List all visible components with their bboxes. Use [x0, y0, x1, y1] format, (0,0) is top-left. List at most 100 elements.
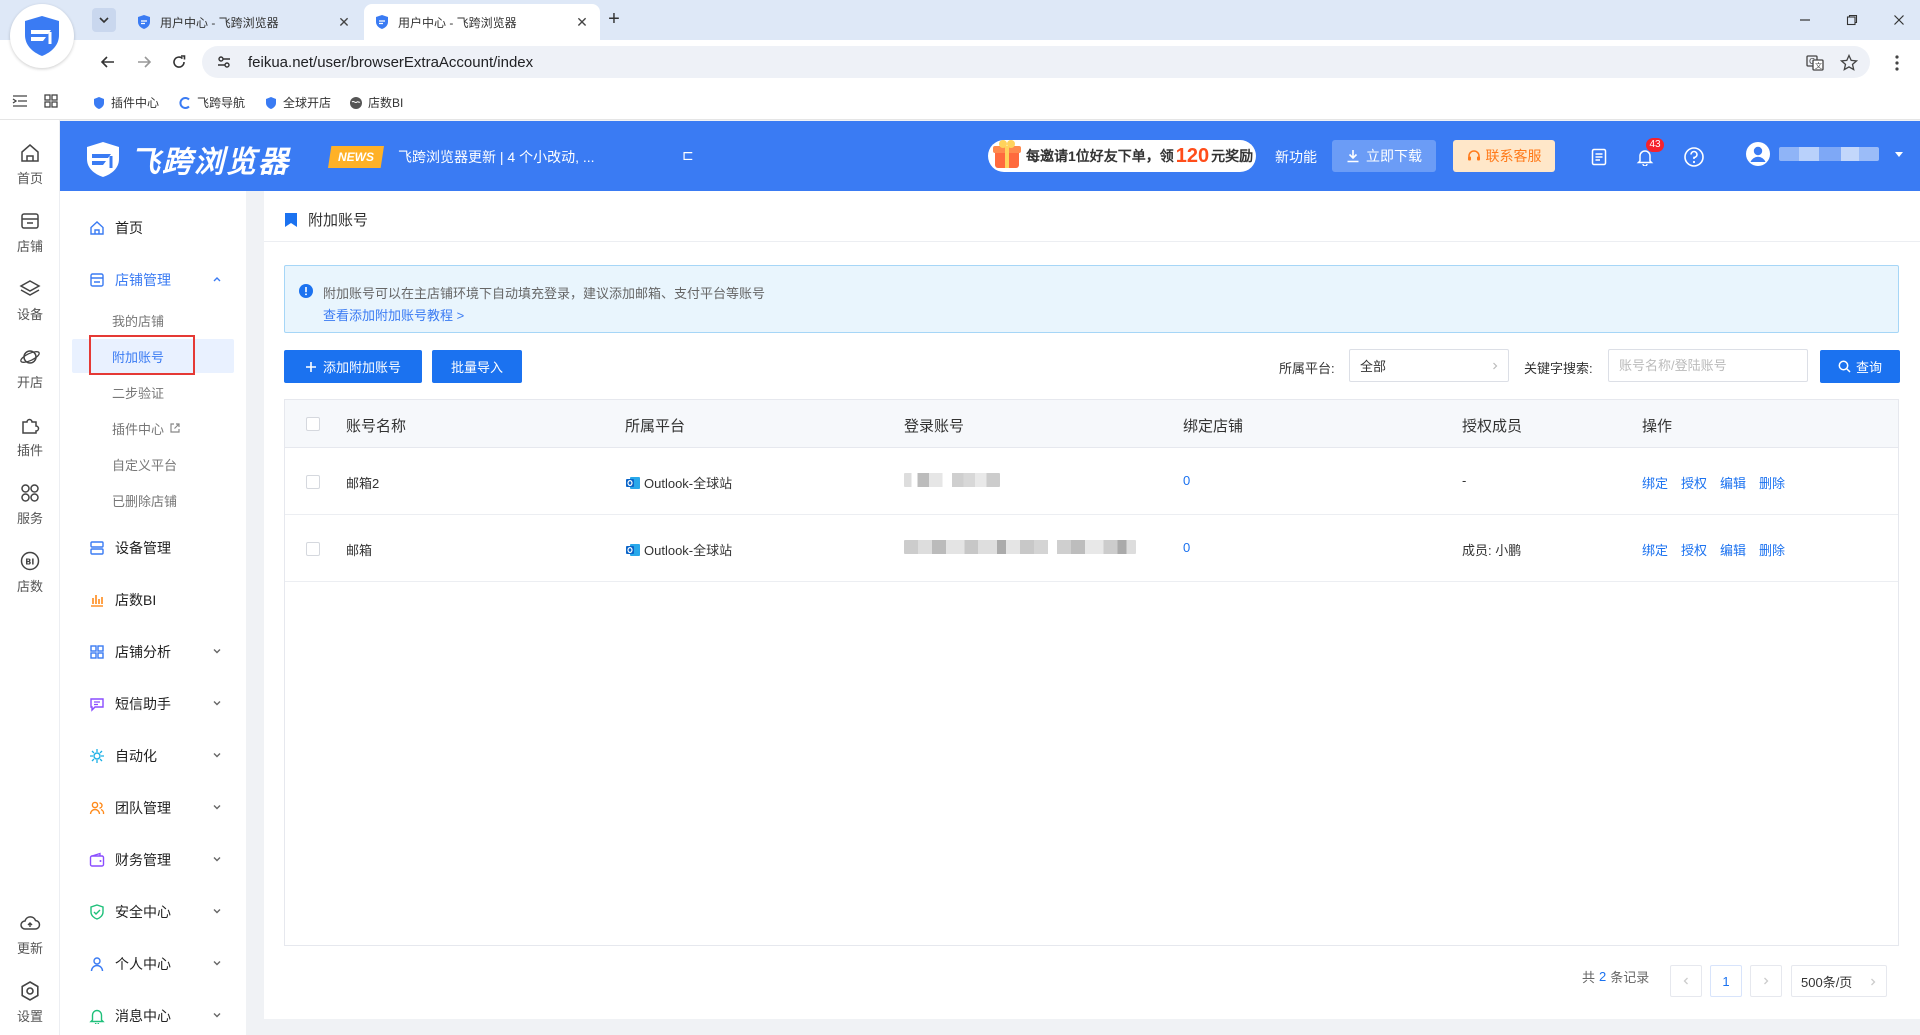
outlook-icon	[626, 476, 640, 489]
sidebar-sub-plugin-center[interactable]: 插件中心	[72, 411, 234, 445]
delete-action[interactable]: 删除	[1759, 540, 1785, 559]
notifications-button[interactable]: 43	[1634, 138, 1664, 168]
apps-button[interactable]	[44, 94, 58, 108]
close-window-button[interactable]	[1889, 10, 1909, 30]
sidebar-item-device-mgmt[interactable]: 设备管理	[60, 530, 246, 566]
rail-open-store[interactable]: 开店	[0, 346, 60, 391]
settings-icon	[21, 981, 39, 1001]
authorize-action[interactable]: 授权	[1681, 473, 1707, 492]
account-name: 邮箱	[346, 543, 373, 558]
bookmark-feikua-nav[interactable]: 飞跨导航	[178, 94, 245, 111]
sidebar-sub-two-step[interactable]: 二步验证	[72, 375, 234, 409]
authorize-action[interactable]: 授权	[1681, 540, 1707, 559]
rail-store[interactable]: 店铺	[0, 210, 60, 255]
page-size-select[interactable]: 500条/页	[1791, 965, 1887, 997]
sidebar-item-home[interactable]: 首页	[60, 210, 246, 246]
sidebar-item-personal[interactable]: 个人中心	[60, 946, 246, 982]
rail-home[interactable]: 首页	[0, 142, 60, 187]
sidebar-toggle-button[interactable]	[12, 94, 28, 108]
keyword-search-input[interactable]	[1608, 349, 1808, 382]
rail-services[interactable]: 服务	[0, 482, 60, 527]
rail-settings[interactable]: 设置	[0, 980, 60, 1025]
edit-action[interactable]: 编辑	[1720, 473, 1746, 492]
bind-action[interactable]: 绑定	[1642, 473, 1668, 492]
sidebar-item-store-bi[interactable]: 店数BI	[60, 582, 246, 618]
bookmark-global-store[interactable]: 全球开店	[264, 94, 331, 111]
restore-icon	[1846, 14, 1858, 26]
layers-icon	[19, 280, 41, 296]
browser-tab-2[interactable]: 用户中心 - 飞跨浏览器 ✕	[364, 4, 600, 40]
sidebar-sub-label: 我的店铺	[112, 313, 165, 329]
rail-update[interactable]: 更新	[0, 912, 60, 957]
sidebar-sub-deleted-stores[interactable]: 已删除店铺	[72, 483, 234, 517]
sidebar-item-sms-assistant[interactable]: 短信助手	[60, 686, 246, 722]
next-page-button[interactable]	[1750, 965, 1782, 997]
sidebar-sub-extra-accounts[interactable]: 附加账号	[72, 339, 234, 373]
sidebar-item-security[interactable]: 安全中心	[60, 894, 246, 930]
contact-service-button[interactable]: 联系客服	[1453, 140, 1555, 172]
chevron-down-icon	[213, 649, 221, 654]
browser-logo[interactable]	[10, 4, 74, 68]
page-number-button[interactable]: 1	[1710, 965, 1742, 997]
reload-button[interactable]	[167, 50, 191, 74]
bound-stores-count[interactable]: 0	[1183, 540, 1190, 555]
row-checkbox[interactable]	[306, 475, 320, 489]
edit-action[interactable]: 编辑	[1720, 540, 1746, 559]
forward-button[interactable]	[132, 50, 156, 74]
close-tab-icon[interactable]: ✕	[336, 14, 352, 30]
rail-store-bi[interactable]: BI 店数	[0, 550, 60, 595]
delete-action[interactable]: 删除	[1759, 473, 1785, 492]
shield-icon	[266, 96, 276, 109]
bound-stores-count[interactable]: 0	[1183, 473, 1190, 488]
close-tab-icon[interactable]: ✕	[574, 14, 590, 30]
browser-menu-button[interactable]	[1888, 54, 1906, 72]
prev-page-button[interactable]	[1670, 965, 1702, 997]
tutorial-link[interactable]: 查看添加附加账号教程 >	[323, 305, 464, 324]
home-icon	[90, 221, 104, 235]
platform-cell: Outlook-全球站	[625, 540, 732, 559]
download-button[interactable]: 立即下载	[1332, 140, 1436, 172]
sidebar-item-team-mgmt[interactable]: 团队管理	[60, 790, 246, 826]
chevron-right-icon	[1493, 362, 1498, 370]
invite-promo-banner[interactable]: 每邀请1位好友下单，领 120 元奖励	[988, 140, 1256, 172]
browser-tab-1[interactable]: 用户中心 - 飞跨浏览器 ✕	[126, 4, 362, 40]
bookmark-star-button[interactable]	[1840, 54, 1858, 72]
bookmark-store-bi[interactable]: 店数BI	[349, 94, 403, 111]
tab-search-button[interactable]	[92, 8, 116, 32]
minimize-button[interactable]	[1795, 10, 1815, 30]
wallet-icon	[89, 852, 105, 867]
sidebar-item-automation[interactable]: 自动化	[60, 738, 246, 774]
sidebar-item-store-mgmt[interactable]: 店铺管理	[60, 262, 246, 298]
news-ticker[interactable]: 飞跨浏览器更新 | 4 个小改动, ...	[398, 147, 595, 167]
news-more-button[interactable]: ⊏	[682, 147, 694, 164]
row-checkbox[interactable]	[306, 542, 320, 556]
platform-select[interactable]: 全部	[1349, 349, 1509, 382]
translate-button[interactable]: G文	[1806, 54, 1824, 72]
sidebar-item-store-analysis[interactable]: 店铺分析	[60, 634, 246, 670]
user-menu[interactable]	[1745, 141, 1905, 167]
rail-device[interactable]: 设备	[0, 278, 60, 323]
app-logo[interactable]: 飞跨浏览器	[84, 137, 290, 181]
docs-button[interactable]	[1588, 146, 1610, 168]
batch-import-button[interactable]: 批量导入	[432, 350, 522, 383]
sidebar-item-finance[interactable]: 财务管理	[60, 842, 246, 878]
new-tab-button[interactable]: +	[604, 9, 624, 30]
sidebar-sub-my-stores[interactable]: 我的店铺	[72, 303, 234, 337]
back-button[interactable]	[96, 50, 120, 74]
url-field[interactable]: feikua.net/user/browserExtraAccount/inde…	[202, 46, 1870, 78]
new-features-link[interactable]: 新功能	[1275, 147, 1317, 167]
platform-name: Outlook-全球站	[644, 543, 733, 558]
info-icon	[299, 284, 313, 298]
select-all-checkbox[interactable]	[306, 417, 320, 431]
main-content: 附加账号 附加账号可以在主店铺环境下自动填充登录，建议添加邮箱、支付平台等账号 …	[264, 191, 1920, 1019]
sidebar-item-messages[interactable]: 消息中心	[60, 998, 246, 1034]
restore-button[interactable]	[1842, 10, 1862, 30]
bookmark-plugin-center[interactable]: 插件中心	[92, 94, 159, 111]
help-button[interactable]	[1683, 146, 1705, 168]
add-extra-account-button[interactable]: 添加附加账号	[284, 350, 422, 383]
bind-action[interactable]: 绑定	[1642, 540, 1668, 559]
search-button[interactable]: 查询	[1820, 350, 1900, 383]
sidebar-sub-custom-platform[interactable]: 自定义平台	[72, 447, 234, 481]
rail-label: 更新	[16, 941, 43, 956]
rail-plugins[interactable]: 插件	[0, 414, 60, 459]
